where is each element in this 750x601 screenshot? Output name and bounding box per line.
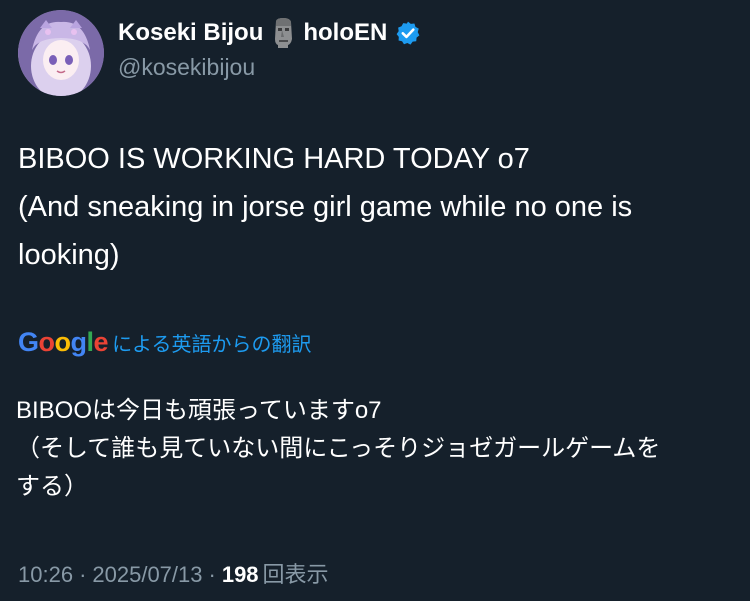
translated-text-line: BIBOOは今日も頑張っていますo7 — [16, 397, 382, 424]
google-logo-letter: g — [70, 327, 88, 357]
author-handle[interactable]: @kosekibijou — [118, 54, 255, 81]
avatar-image — [18, 10, 104, 96]
views-count[interactable]: 198 — [222, 562, 259, 588]
google-logo-letter: e — [93, 327, 109, 357]
author-display-suffix[interactable]: holoEN — [303, 19, 387, 47]
tweet-text-line: BIBOO IS WORKING HARD TODAY o7 — [18, 143, 530, 175]
author-name-row[interactable]: Koseki Bijou holoEN — [118, 14, 421, 52]
google-logo-letter: o — [54, 327, 72, 357]
tweet-detail: Koseki Bijou holoEN @kosekibijou BIBOO I… — [0, 0, 750, 601]
meta-separator: · — [208, 562, 216, 587]
tweet-time[interactable]: 10:26 — [18, 562, 73, 588]
tweet-text: BIBOO IS WORKING HARD TODAY o7 (And snea… — [18, 135, 738, 279]
translated-text-line: （そして誰も見ていない間にこっそりジョゼガールゲームを — [16, 435, 661, 462]
tweet-meta: 10:26 · 2025/07/13 · 198 回表示 — [18, 557, 329, 589]
translation-credit[interactable]: Google による英語からの翻訳 — [18, 327, 311, 358]
author-display-name[interactable]: Koseki Bijou — [118, 19, 263, 47]
google-logo-letter: o — [38, 327, 56, 357]
verified-icon — [395, 20, 421, 46]
tweet-date[interactable]: 2025/07/13 — [92, 562, 202, 588]
translation-credit-text[interactable]: による英語からの翻訳 — [112, 328, 311, 357]
moai-icon — [269, 17, 297, 49]
avatar[interactable] — [18, 10, 104, 96]
translated-text-line: する） — [16, 473, 88, 500]
google-logo-letter: l — [86, 327, 95, 357]
tweet-text-line: (And sneaking in jorse girl game while n… — [18, 191, 633, 223]
tweet-text-line: looking) — [18, 239, 120, 271]
google-logo: Google — [18, 327, 109, 358]
meta-separator: · — [79, 562, 87, 587]
views-label: 回表示 — [262, 562, 329, 587]
translated-text: BIBOOは今日も頑張っていますo7 （そして誰も見ていない間にこっそりジョゼガ… — [16, 392, 736, 506]
google-logo-letter: G — [18, 327, 39, 357]
